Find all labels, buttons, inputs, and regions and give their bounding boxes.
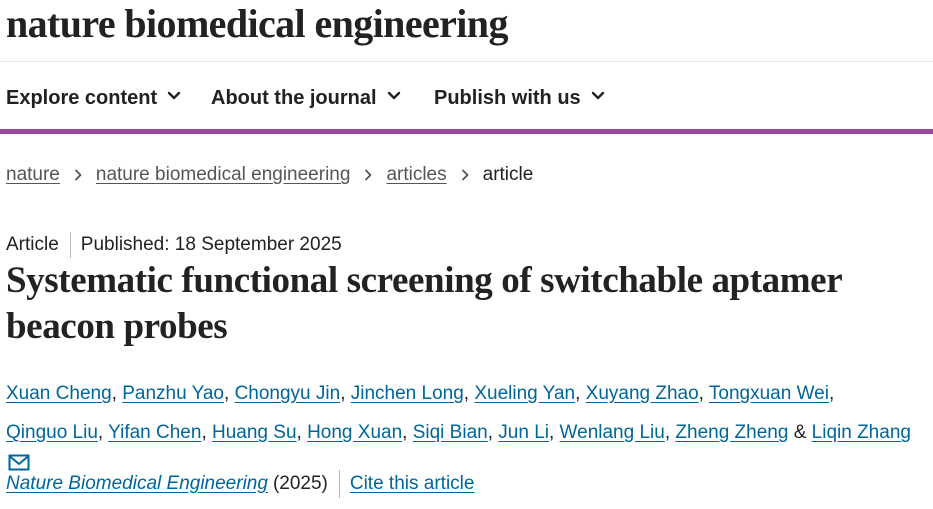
- author-separator: ,: [111, 383, 117, 404]
- author-separator: ,: [698, 383, 704, 404]
- chevron-down-icon: [387, 91, 400, 100]
- chevron-right-icon: [365, 169, 372, 181]
- chevron-down-icon: [167, 91, 181, 100]
- author-separator: ,: [224, 383, 230, 404]
- breadcrumb-current: article: [482, 164, 534, 185]
- published-date: Published: 18 September 2025: [80, 234, 342, 255]
- nav-publish-with-us-label: Publish with us: [434, 86, 581, 109]
- breadcrumb-articles[interactable]: articles: [386, 164, 446, 186]
- author-separator: ,: [828, 383, 835, 404]
- citation-line: Nature Biomedical Engineering (2025) Cit…: [6, 470, 474, 498]
- author-separator: ,: [664, 422, 671, 443]
- author-links: Xuan Cheng, Panzhu Yao, Chongyu Jin, Jin…: [6, 383, 911, 482]
- author-separator: ,: [402, 422, 408, 443]
- author-link[interactable]: Qinguo Liu: [6, 422, 98, 443]
- author-separator: ,: [201, 422, 207, 443]
- nav-about-the-journal-label: About the journal: [211, 86, 377, 109]
- author-link[interactable]: Panzhu Yao: [122, 383, 224, 404]
- author-link[interactable]: Jun Li: [498, 422, 549, 443]
- author-link[interactable]: Chongyu Jin: [235, 383, 341, 404]
- accent-bar: [0, 129, 933, 134]
- author-link[interactable]: Yifan Chen: [108, 422, 201, 443]
- author-separator: ,: [548, 422, 555, 443]
- author-separator: ,: [487, 422, 493, 443]
- breadcrumb-nature[interactable]: nature: [6, 164, 60, 186]
- breadcrumb-journal[interactable]: nature biomedical engineering: [96, 164, 351, 186]
- author-separator: ,: [340, 383, 346, 404]
- nav-about-the-journal[interactable]: About the journal: [211, 87, 401, 110]
- article-title: Systematic functional screening of switc…: [6, 260, 842, 347]
- chevron-down-icon: [591, 91, 604, 100]
- citation-divider: [338, 470, 340, 498]
- author-separator: ,: [575, 383, 581, 404]
- site-logo[interactable]: nature biomedical engineering: [6, 2, 508, 46]
- author-link[interactable]: Tongxuan Wei: [709, 383, 829, 404]
- article-meta: Article Published: 18 September 2025: [6, 232, 342, 258]
- author-link[interactable]: Xuyang Zhao: [586, 383, 699, 404]
- journal-link[interactable]: Nature Biomedical Engineering: [6, 473, 268, 495]
- author-separator: ,: [296, 422, 302, 443]
- author-link[interactable]: Zheng Zheng: [675, 422, 788, 443]
- article-type: Article: [6, 234, 59, 255]
- publication-year: (2025): [272, 473, 328, 494]
- author-conjunction: &: [788, 422, 812, 443]
- author-link[interactable]: Wenlang Liu: [560, 422, 665, 443]
- author-link[interactable]: Liqin Zhang: [812, 422, 911, 443]
- author-link[interactable]: Hong Xuan: [307, 422, 402, 443]
- cite-this-article-link[interactable]: Cite this article: [350, 473, 475, 495]
- author-link[interactable]: Siqi Bian: [413, 422, 488, 443]
- author-link[interactable]: Jinchen Long: [351, 383, 464, 404]
- author-separator: ,: [463, 383, 470, 404]
- nav-publish-with-us[interactable]: Publish with us: [434, 87, 605, 110]
- author-link[interactable]: Huang Su: [212, 422, 297, 443]
- meta-divider: [69, 232, 71, 258]
- author-separator: ,: [97, 422, 104, 443]
- chevron-right-icon: [461, 169, 469, 181]
- nav-explore-content-label: Explore content: [6, 86, 158, 109]
- author-link[interactable]: Xuan Cheng: [6, 383, 112, 404]
- header-divider: [0, 61, 933, 62]
- nav-explore-content[interactable]: Explore content: [6, 87, 181, 110]
- chevron-right-icon: [74, 169, 82, 181]
- breadcrumb: nature nature biomedical engineering art…: [6, 162, 533, 188]
- author-link[interactable]: Xueling Yan: [474, 383, 575, 404]
